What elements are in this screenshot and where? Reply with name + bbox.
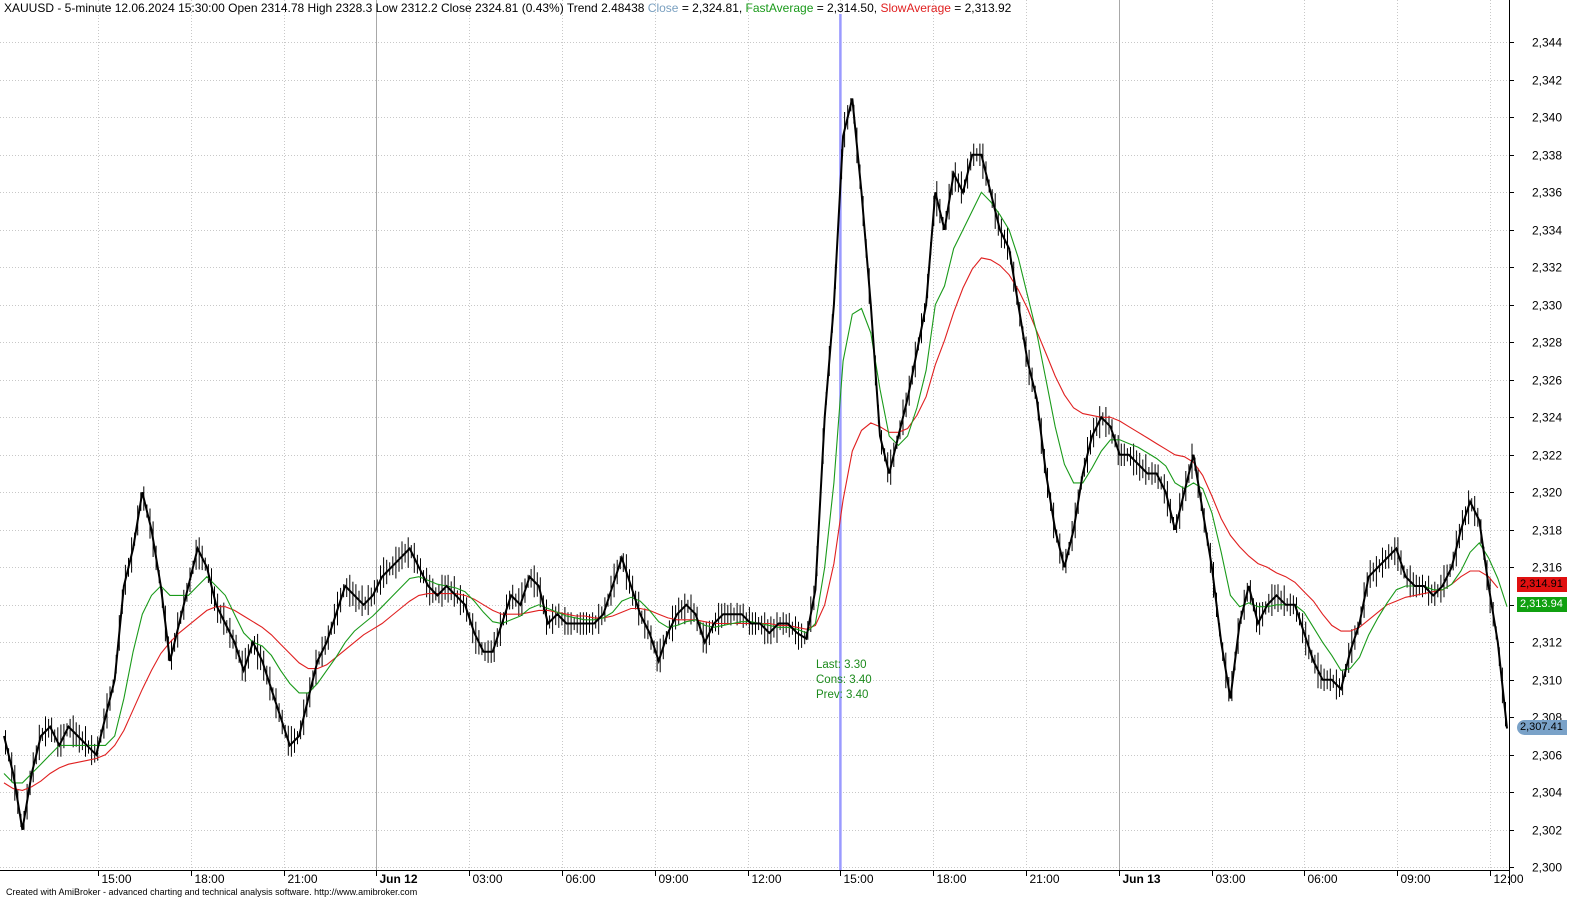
y-tick-label: 2,326	[1532, 374, 1562, 388]
x-tick-label: 21:00	[288, 872, 318, 886]
price-bars	[5, 98, 1506, 830]
footer-credit: Created with AmiBroker - advanced charti…	[6, 887, 418, 897]
y-tick-label: 2,320	[1532, 486, 1562, 500]
close-price-line	[3, 98, 1508, 830]
x-tick-label: 09:00	[659, 872, 689, 886]
x-tick-label: 03:00	[1216, 872, 1246, 886]
fast-legend-label: FastAverage	[745, 1, 814, 15]
x-tick-label: 12:00	[752, 872, 782, 886]
y-tick-label: 2,310	[1532, 674, 1562, 688]
y-tick-label: 2,342	[1532, 74, 1562, 88]
y-tick-label: 2,336	[1532, 186, 1562, 200]
y-tick-label: 2,334	[1532, 224, 1562, 238]
x-tick-label: 21:00	[1030, 872, 1060, 886]
x-tick-label: Jun 12	[380, 872, 418, 886]
y-tick-label: 2,344	[1532, 36, 1562, 50]
close-legend-label: Close	[647, 1, 679, 15]
x-tick-label: 06:00	[566, 872, 596, 886]
y-tick-label: 2,316	[1532, 561, 1562, 575]
y-tick-label: 2,312	[1532, 636, 1562, 650]
x-tick-label: 18:00	[937, 872, 967, 886]
symbol-info: XAUUSD - 5-minute 12.06.2024 15:30:00 Op…	[4, 1, 645, 15]
y-tick-label: 2,330	[1532, 299, 1562, 313]
fast-average-value-tag: 2,313.94	[1517, 597, 1567, 612]
close-value-tag: 2,307.41	[1517, 720, 1567, 735]
slow-average-line	[3, 257, 1499, 791]
x-tick-label: Jun 13	[1123, 872, 1161, 886]
slow-average-value-tag: 2,314.91	[1517, 577, 1567, 592]
y-tick-label: 2,340	[1532, 111, 1562, 125]
close-legend-value: = 2,324.81,	[678, 1, 746, 15]
annotation-prev: Prev: 3.40	[816, 689, 869, 701]
y-tick-label: 2,322	[1532, 449, 1562, 463]
x-tick-label: 18:00	[195, 872, 225, 886]
y-tick-label: 2,318	[1532, 524, 1562, 538]
slow-legend-label: SlowAverage	[880, 1, 951, 15]
annotation-cons: Cons: 3.40	[816, 674, 872, 686]
fast-average-line	[3, 191, 1508, 784]
x-tick-label: 15:00	[102, 872, 132, 886]
y-tick-label: 2,328	[1532, 336, 1562, 350]
y-tick-label: 2,300	[1532, 861, 1562, 875]
x-tick-label: 09:00	[1401, 872, 1431, 886]
y-tick-label: 2,304	[1532, 786, 1562, 800]
x-tick-label: 15:00	[844, 872, 874, 886]
y-tick-label: 2,306	[1532, 749, 1562, 763]
x-axis: 15:00 18:00 21:00 Jun 12 03:00 06:00 09:00 12:0…	[98, 870, 1524, 886]
y-tick-label: 2,332	[1532, 261, 1562, 275]
x-tick-label: 12:00	[1494, 872, 1524, 886]
y-axis: 2,3002,3022,3042,3062,3082,3102,3122,314…	[1509, 36, 1562, 875]
y-tick-label: 2,302	[1532, 824, 1562, 838]
y-tick-label: 2,324	[1532, 411, 1562, 425]
time-grid	[98, 0, 1491, 870]
chart-title: XAUUSD - 5-minute 12.06.2024 15:30:00 Op…	[4, 1, 1011, 15]
grid	[0, 42, 1509, 868]
fast-legend-value: = 2,314.50,	[813, 1, 881, 15]
x-tick-label: 03:00	[473, 872, 503, 886]
price-chart[interactable]: 2,3002,3022,3042,3062,3082,3102,3122,314…	[0, 0, 1575, 903]
annotation-last: Last: 3.30	[816, 659, 867, 671]
slow-legend-value: = 2,313.92	[950, 1, 1012, 15]
y-tick-label: 2,338	[1532, 149, 1562, 163]
x-tick-label: 06:00	[1308, 872, 1338, 886]
